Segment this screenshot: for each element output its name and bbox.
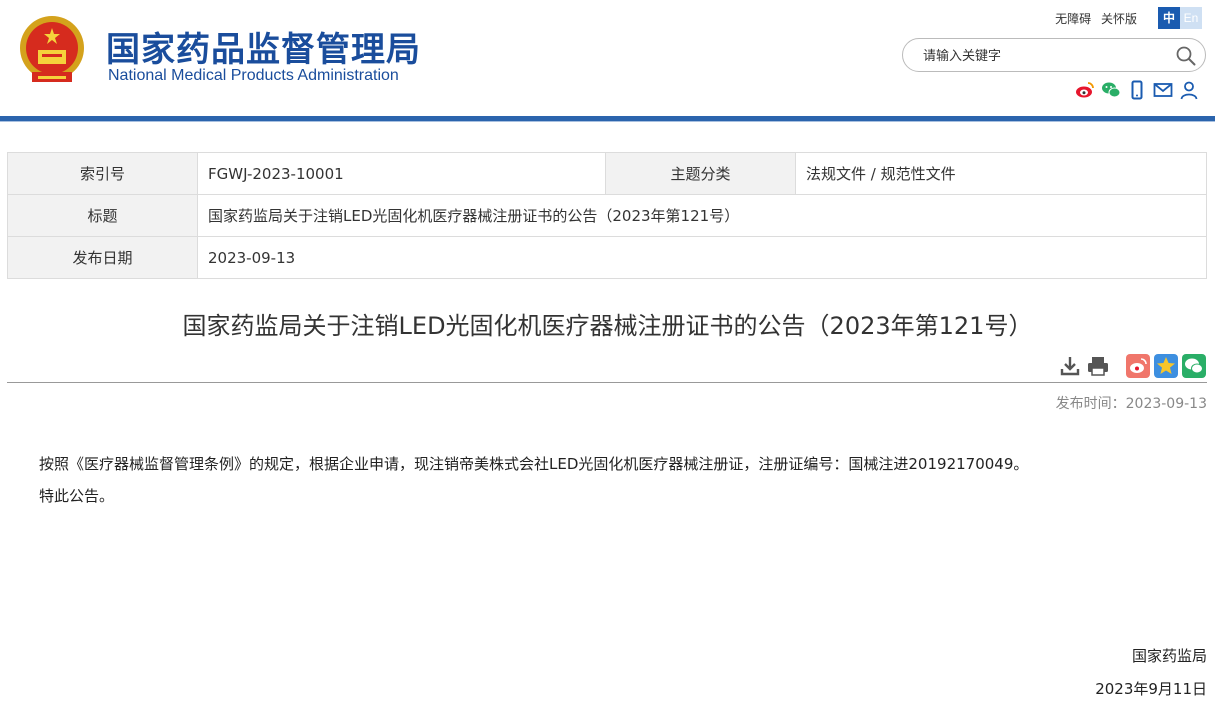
- header-divider-line: [0, 121, 1215, 122]
- mobile-icon[interactable]: [1127, 80, 1147, 100]
- lang-cn-button[interactable]: 中: [1158, 7, 1180, 29]
- site-title-en[interactable]: National Medical Products Administration: [108, 67, 399, 85]
- national-emblem-icon[interactable]: [18, 14, 86, 86]
- signature-org: 国家药监局: [1131, 647, 1207, 665]
- wechat-icon[interactable]: [1101, 80, 1121, 100]
- publish-time: 发布时间：2023-09-13: [1055, 396, 1207, 412]
- category-value: 法规文件 / 规范性文件: [795, 152, 1207, 195]
- user-icon[interactable]: [1179, 80, 1199, 100]
- title-value: 国家药监局关于注销LED光固化机医疗器械注册证书的公告（2023年第121号）: [197, 194, 1207, 237]
- index-label: 索引号: [7, 152, 198, 195]
- article-paragraph: 特此公告。: [39, 487, 115, 505]
- search-input[interactable]: [923, 46, 1163, 66]
- elderly-mode-link[interactable]: 关怀版: [1101, 12, 1137, 26]
- search-icon[interactable]: [1175, 45, 1197, 67]
- article-title: 国家药监局关于注销LED光固化机医疗器械注册证书的公告（2023年第121号）: [182, 312, 1033, 340]
- title-label: 标题: [7, 194, 198, 237]
- mail-icon[interactable]: [1153, 80, 1173, 100]
- lang-en-button[interactable]: En: [1180, 7, 1202, 29]
- date-value: 2023-09-13: [197, 236, 1207, 279]
- site-header: 国家药品监督管理局 National Medical Products Admi…: [0, 0, 1215, 118]
- site-title-cn[interactable]: 国家药品监督管理局: [106, 22, 421, 71]
- article-divider: [7, 382, 1207, 383]
- table-row: 索引号 FGWJ-2023-10001 主题分类 法规文件 / 规范性文件: [7, 152, 1207, 195]
- document-info-table: 索引号 FGWJ-2023-10001 主题分类 法规文件 / 规范性文件 标题…: [7, 152, 1207, 279]
- share-qzone-icon[interactable]: [1154, 354, 1178, 378]
- search-box: [902, 38, 1206, 72]
- share-wechat-icon[interactable]: [1182, 354, 1206, 378]
- language-switcher: 中 En: [1158, 7, 1202, 29]
- social-links: [1075, 80, 1199, 100]
- share-weibo-icon[interactable]: [1126, 354, 1150, 378]
- weibo-icon[interactable]: [1075, 80, 1095, 100]
- date-label: 发布日期: [7, 236, 198, 279]
- table-row: 发布日期 2023-09-13: [7, 236, 1207, 279]
- print-icon[interactable]: [1086, 354, 1110, 378]
- download-icon[interactable]: [1058, 354, 1082, 378]
- top-links: 无障碍 关怀版: [1049, 10, 1137, 27]
- accessibility-link[interactable]: 无障碍: [1055, 12, 1091, 26]
- signature-date: 2023年9月11日: [1095, 680, 1207, 698]
- article-tools: [1058, 354, 1206, 378]
- article-signature: 国家药监局 2023年9月11日: [1095, 640, 1207, 706]
- article-content: 按照《医疗器械监督管理条例》的规定，根据企业申请，现注销帝美株式会社LED光固化…: [39, 448, 1028, 512]
- index-value: FGWJ-2023-10001: [197, 152, 606, 195]
- article-paragraph: 按照《医疗器械监督管理条例》的规定，根据企业申请，现注销帝美株式会社LED光固化…: [39, 455, 1029, 473]
- category-label: 主题分类: [605, 152, 796, 195]
- table-row: 标题 国家药监局关于注销LED光固化机医疗器械注册证书的公告（2023年第121…: [7, 194, 1207, 237]
